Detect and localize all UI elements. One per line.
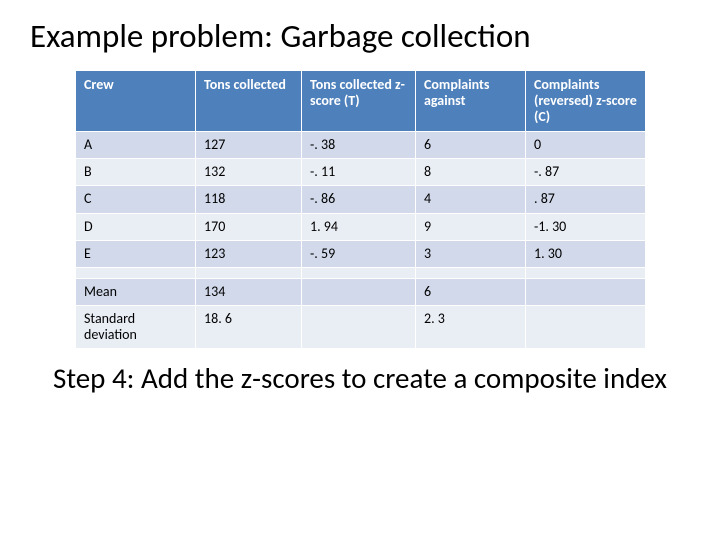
cell: -1. 30 [526, 213, 646, 240]
cell: -. 59 [302, 240, 416, 267]
cell [526, 278, 646, 305]
table-row: C 118 -. 86 4 . 87 [76, 186, 646, 213]
cell: A [76, 132, 196, 159]
table-row: D 170 1. 94 9 -1. 30 [76, 213, 646, 240]
cell: 8 [416, 159, 526, 186]
col-header-complaints: Complaints against [416, 70, 526, 131]
cell: 134 [196, 278, 302, 305]
cell: 3 [416, 240, 526, 267]
slide: Example problem: Garbage collection Crew… [0, 0, 720, 540]
cell [302, 278, 416, 305]
cell [526, 267, 646, 278]
cell: 123 [196, 240, 302, 267]
page-title: Example problem: Garbage collection [30, 18, 690, 56]
cell: Mean [76, 278, 196, 305]
cell: 6 [416, 132, 526, 159]
cell: 6 [416, 278, 526, 305]
cell [526, 305, 646, 348]
cell: 1. 30 [526, 240, 646, 267]
cell: 4 [416, 186, 526, 213]
cell: -. 87 [526, 159, 646, 186]
col-header-tons: Tons collected [196, 70, 302, 131]
table-container: Crew Tons collected Tons collected z-sco… [75, 70, 645, 349]
cell: B [76, 159, 196, 186]
cell: 170 [196, 213, 302, 240]
data-table: Crew Tons collected Tons collected z-sco… [75, 70, 646, 349]
cell: 9 [416, 213, 526, 240]
cell: 127 [196, 132, 302, 159]
cell [76, 267, 196, 278]
cell [196, 267, 302, 278]
table-row: Mean 134 6 [76, 278, 646, 305]
cell: -. 11 [302, 159, 416, 186]
cell: D [76, 213, 196, 240]
table-header-row: Crew Tons collected Tons collected z-sco… [76, 70, 646, 131]
table-row [76, 267, 646, 278]
table-row: B 132 -. 11 8 -. 87 [76, 159, 646, 186]
col-header-complaints-z: Complaints (reversed) z-score (C) [526, 70, 646, 131]
cell: -. 86 [302, 186, 416, 213]
cell [302, 267, 416, 278]
col-header-tons-z: Tons collected z-score (T) [302, 70, 416, 131]
cell: . 87 [526, 186, 646, 213]
cell [302, 305, 416, 348]
cell: 2. 3 [416, 305, 526, 348]
cell: 132 [196, 159, 302, 186]
cell: 118 [196, 186, 302, 213]
cell: 0 [526, 132, 646, 159]
table-row: A 127 -. 38 6 0 [76, 132, 646, 159]
table-row: Standard deviation 18. 6 2. 3 [76, 305, 646, 348]
cell: Standard deviation [76, 305, 196, 348]
cell: 1. 94 [302, 213, 416, 240]
col-header-crew: Crew [76, 70, 196, 131]
cell: E [76, 240, 196, 267]
step-caption: Step 4: Add the z-scores to create a com… [30, 363, 690, 395]
cell: C [76, 186, 196, 213]
cell: 18. 6 [196, 305, 302, 348]
table-row: E 123 -. 59 3 1. 30 [76, 240, 646, 267]
cell: -. 38 [302, 132, 416, 159]
cell [416, 267, 526, 278]
